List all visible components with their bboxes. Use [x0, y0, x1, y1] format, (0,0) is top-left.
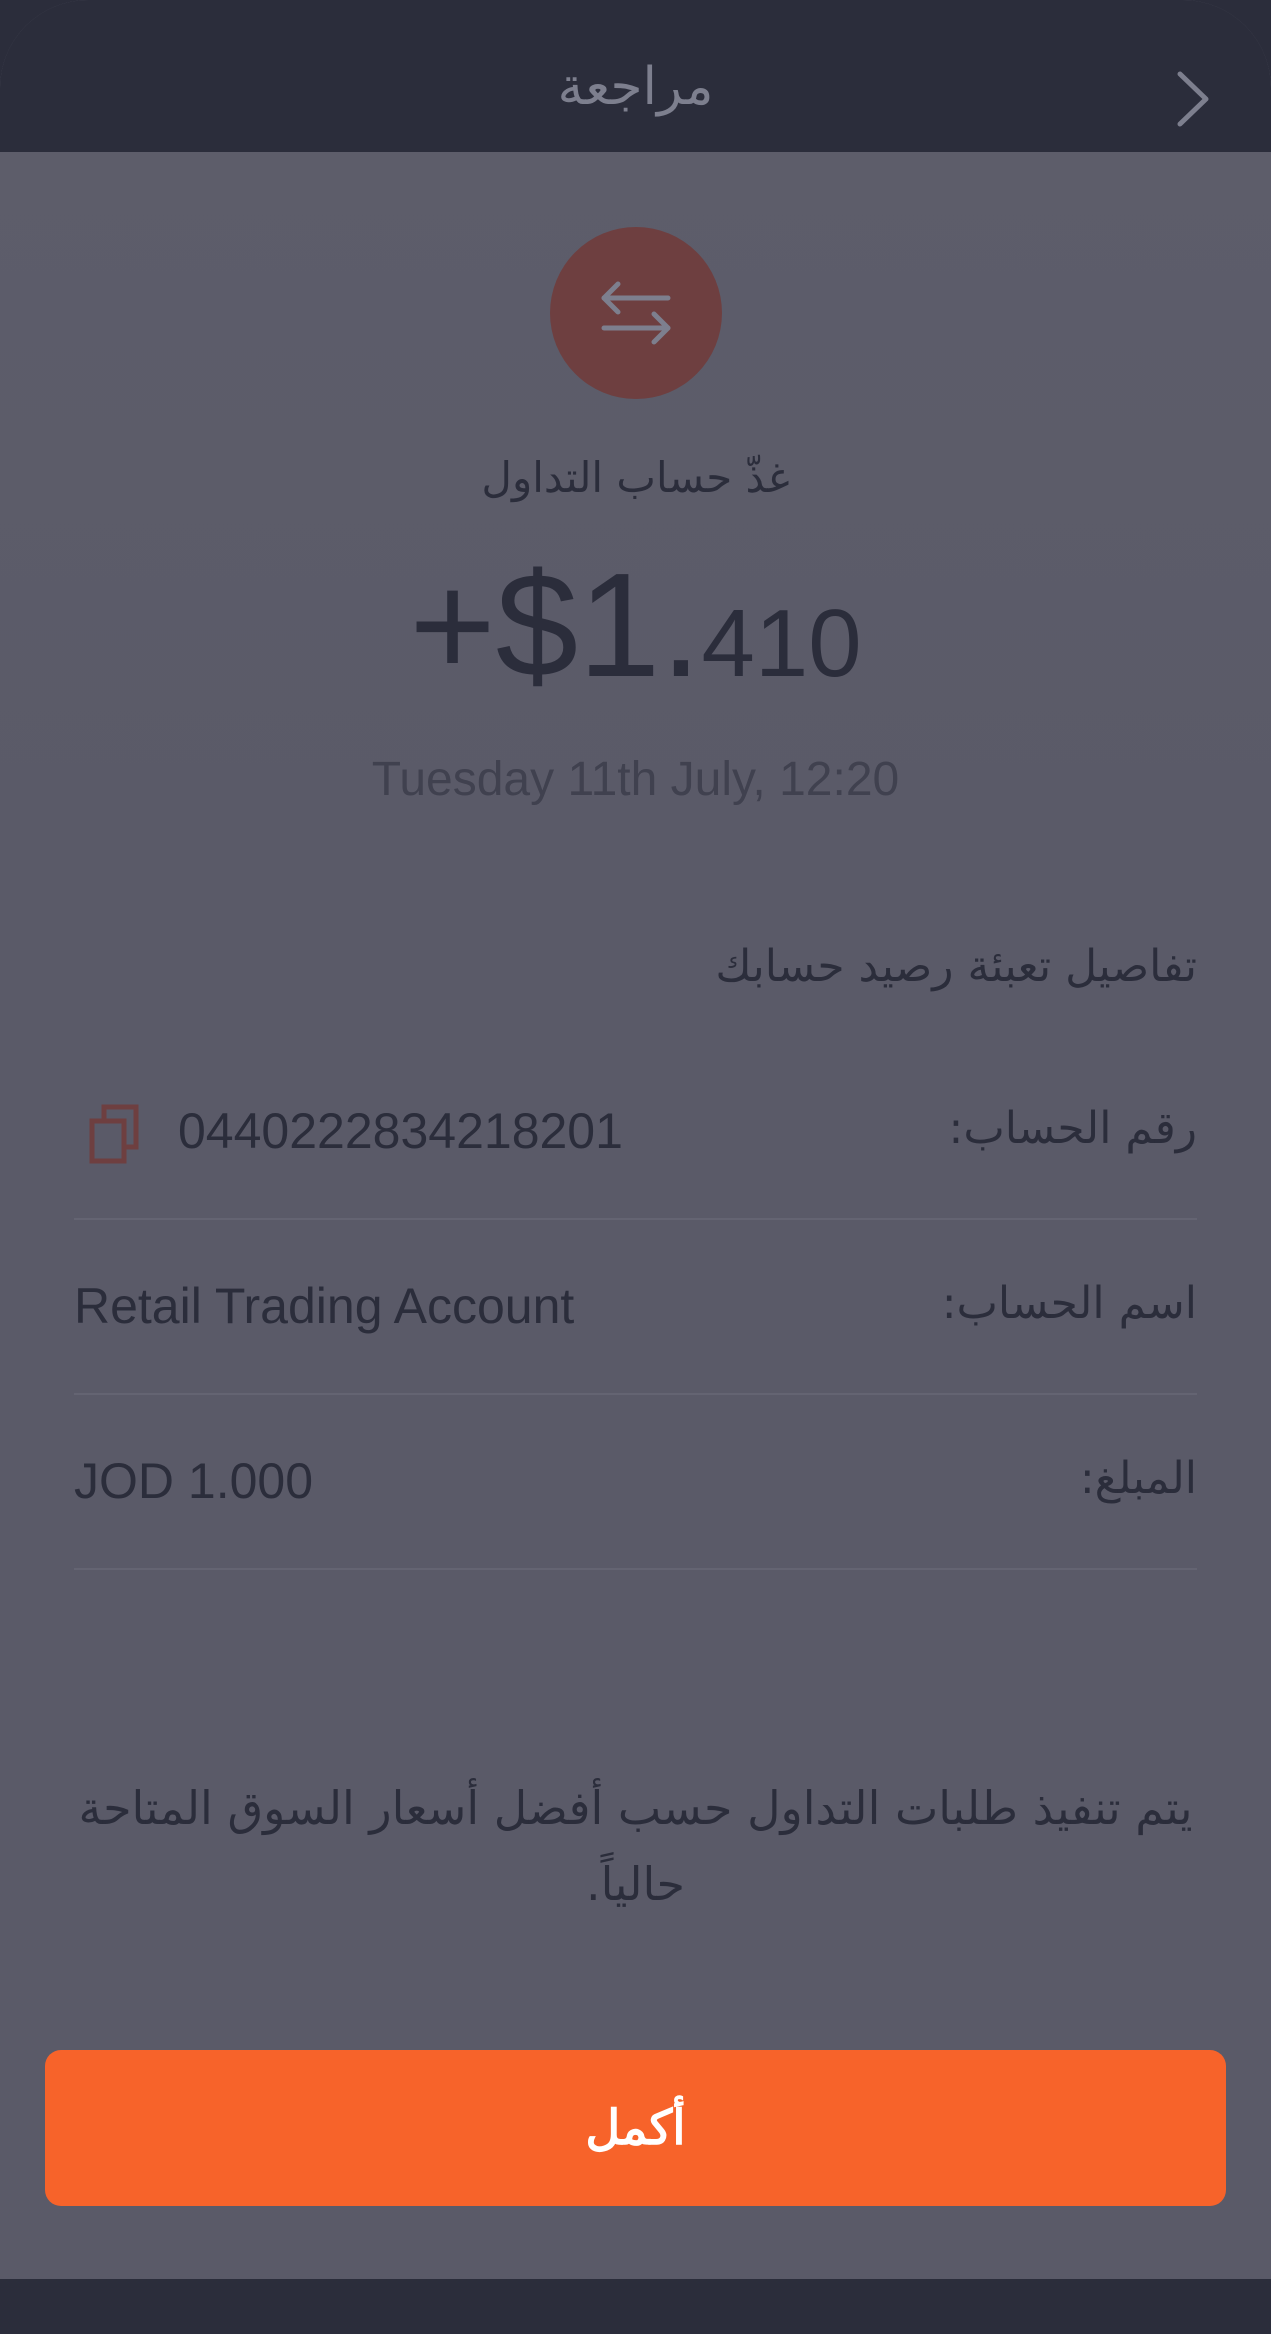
transfer-icon-circle	[550, 227, 722, 399]
account-name-row: اسم الحساب: Retail Trading Account	[74, 1220, 1197, 1395]
copy-icon	[89, 1104, 139, 1164]
transfer-arrows-icon	[601, 281, 671, 345]
market-price-note: يتم تنفيذ طلبات التداول حسب أفضل أسعار ا…	[78, 1781, 1193, 1911]
transaction-date: Tuesday 11th July, 12:20	[371, 753, 900, 806]
account-number-row: رقم الحساب: 0440222834218201	[74, 1045, 1197, 1220]
account-number-value: 0440222834218201	[178, 1103, 623, 1159]
transaction-subtitle: غذّ حساب التداول	[481, 453, 790, 502]
amount-value: JOD 1.000	[74, 1453, 314, 1509]
bottom-bar	[0, 2279, 1271, 2334]
amount-fraction: 410	[701, 590, 862, 697]
amount-row: المبلغ: JOD 1.000	[74, 1395, 1197, 1570]
page-title: مراجعة	[557, 57, 714, 117]
review-screen: مراجعة غذّ حساب التداول +$1.410 Tuesday …	[0, 0, 1271, 2334]
chevron-right-icon	[1177, 71, 1209, 127]
back-button[interactable]	[1165, 64, 1221, 134]
account-number-label: رقم الحساب:	[948, 1103, 1198, 1154]
account-name-value: Retail Trading Account	[74, 1278, 575, 1334]
amount-label: المبلغ:	[1079, 1453, 1197, 1504]
complete-button[interactable]: أكمل	[45, 2050, 1226, 2206]
header-bar: مراجعة	[0, 0, 1271, 152]
amount-display: +$1.410	[0, 546, 1271, 752]
details-section-title: تفاصيل تعبئة رصيد حسابك	[715, 941, 1197, 992]
amount-main: +$1.	[409, 543, 702, 708]
copy-account-number-button[interactable]	[86, 1103, 142, 1165]
account-name-label: اسم الحساب:	[941, 1278, 1197, 1329]
